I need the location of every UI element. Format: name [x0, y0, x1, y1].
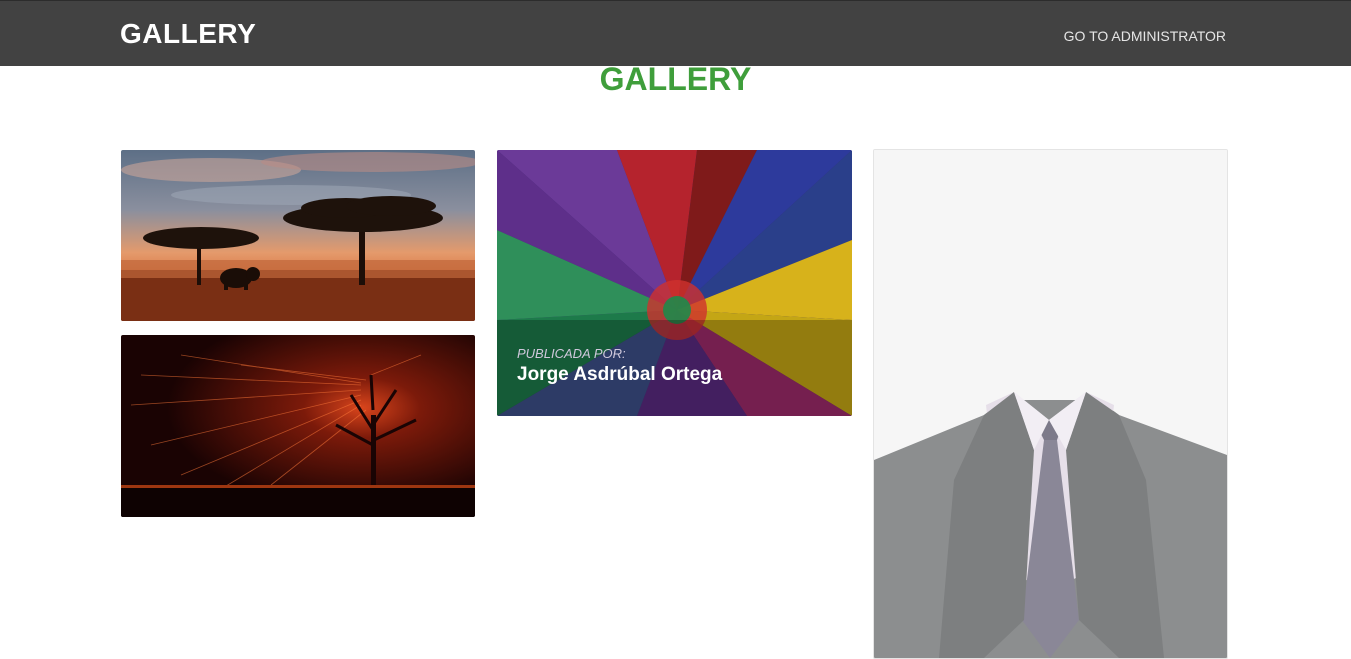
gallery-card-featured[interactable]: PUBLICADA POR: Jorge Asdrúbal Ortega	[497, 150, 852, 416]
author-name: Jorge Asdrúbal Ortega	[517, 364, 723, 385]
gallery-card[interactable]	[121, 150, 475, 321]
page-title: GALLERY	[599, 61, 752, 97]
navbar: GALLERY GO TO ADMINISTRATOR	[0, 0, 1351, 66]
suit-and-tie-portrait-image	[874, 150, 1227, 658]
brand-logo[interactable]: GALLERY	[120, 18, 256, 50]
gallery-card[interactable]	[121, 335, 475, 517]
savanna-acacia-elephant-image	[121, 150, 475, 321]
burning-tree-night-image	[121, 335, 475, 517]
published-by-label: PUBLICADA POR:	[517, 346, 626, 361]
go-to-administrator-link[interactable]: GO TO ADMINISTRATOR	[1064, 28, 1226, 44]
image-caption: PUBLICADA POR: Jorge Asdrúbal Ortega	[517, 346, 722, 386]
gallery-card[interactable]	[873, 149, 1228, 659]
